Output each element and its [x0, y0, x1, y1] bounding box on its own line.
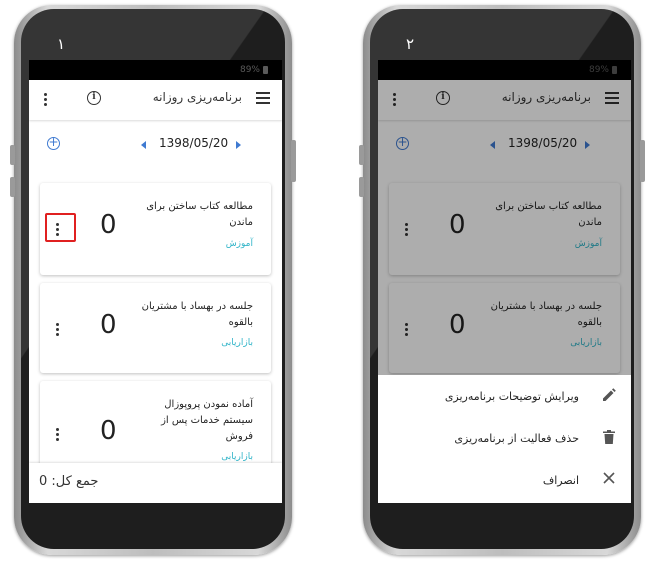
add-circle-icon[interactable]: +: [47, 136, 60, 150]
power-button: [640, 140, 645, 182]
task-category: آموزش: [225, 239, 253, 249]
phone-frame-2: ۲ 89% برنامه‌ریزی روزانه i + 1398/05/20 …: [359, 5, 645, 555]
task-category: بازاریابی: [221, 338, 253, 348]
task-category: بازاریابی: [221, 452, 253, 462]
volume-up-button: [359, 145, 364, 165]
task-title: آماده نمودن پروپوزال سیستم خدمات پس از ف…: [161, 399, 253, 442]
edit-description-option[interactable]: ویرایش توضیحات برنامه‌ریزی: [378, 377, 631, 419]
task-count: 0: [100, 210, 117, 240]
task-options-icon[interactable]: [56, 223, 60, 238]
total-label: جمع کل: 0: [39, 474, 99, 489]
power-button: [291, 140, 296, 182]
screen: 89% برنامه‌ریزی روزانه i + 1398/05/20 مط…: [378, 60, 631, 503]
next-date-arrow-icon[interactable]: [236, 141, 241, 149]
highlight-box: [45, 213, 76, 242]
battery-text: 89%: [239, 65, 260, 75]
footer-bar: جمع کل: 0: [29, 463, 282, 503]
battery-icon: [263, 66, 268, 74]
task-count: 0: [100, 416, 117, 446]
phone-number-label: ۱: [57, 35, 66, 53]
task-title: جلسه در بهساد با مشتریان بالقوه: [141, 301, 253, 328]
pencil-icon: [601, 388, 617, 404]
volume-up-button: [10, 145, 15, 165]
option-label: حذف فعالیت از برنامه‌ریزی: [454, 432, 579, 445]
task-options-icon[interactable]: [56, 323, 60, 338]
phone-bezel: ۱ 89% برنامه‌ریزی روزانه i + 1398/05/20 …: [21, 9, 285, 549]
task-card[interactable]: جلسه در بهساد با مشتریان بالقوه بازاریاب…: [40, 283, 271, 373]
app-bar: برنامه‌ریزی روزانه i: [29, 80, 282, 120]
info-icon[interactable]: i: [87, 91, 101, 105]
cancel-option[interactable]: انصراف: [378, 461, 631, 503]
task-title: مطالعه کتاب ساختن برای ماندن: [146, 201, 253, 228]
volume-down-button: [359, 177, 364, 197]
volume-down-button: [10, 177, 15, 197]
delete-activity-option[interactable]: حذف فعالیت از برنامه‌ریزی: [378, 419, 631, 461]
status-bar: 89%: [29, 60, 282, 80]
page-title: برنامه‌ریزی روزانه: [152, 90, 242, 104]
option-label: انصراف: [542, 474, 579, 487]
overflow-menu-icon[interactable]: [44, 93, 48, 108]
task-card[interactable]: مطالعه کتاب ساختن برای ماندن آموزش 0: [40, 183, 271, 275]
date-navigator: + 1398/05/20: [29, 120, 282, 170]
current-date: 1398/05/20: [159, 136, 229, 150]
task-options-icon[interactable]: [56, 428, 60, 443]
phone-bezel: ۲ 89% برنامه‌ریزی روزانه i + 1398/05/20 …: [370, 9, 634, 549]
bottom-sheet: ویرایش توضیحات برنامه‌ریزی حذف فعالیت از…: [378, 375, 631, 503]
phone-frame-1: ۱ 89% برنامه‌ریزی روزانه i + 1398/05/20 …: [10, 5, 296, 555]
task-count: 0: [100, 310, 117, 340]
trash-icon: [601, 430, 617, 446]
prev-date-arrow-icon[interactable]: [141, 141, 146, 149]
screen: 89% برنامه‌ریزی روزانه i + 1398/05/20 مط…: [29, 60, 282, 503]
phone-number-label: ۲: [406, 35, 415, 53]
close-icon: [601, 472, 617, 488]
hamburger-menu-icon[interactable]: [256, 92, 270, 104]
option-label: ویرایش توضیحات برنامه‌ریزی: [444, 390, 579, 403]
